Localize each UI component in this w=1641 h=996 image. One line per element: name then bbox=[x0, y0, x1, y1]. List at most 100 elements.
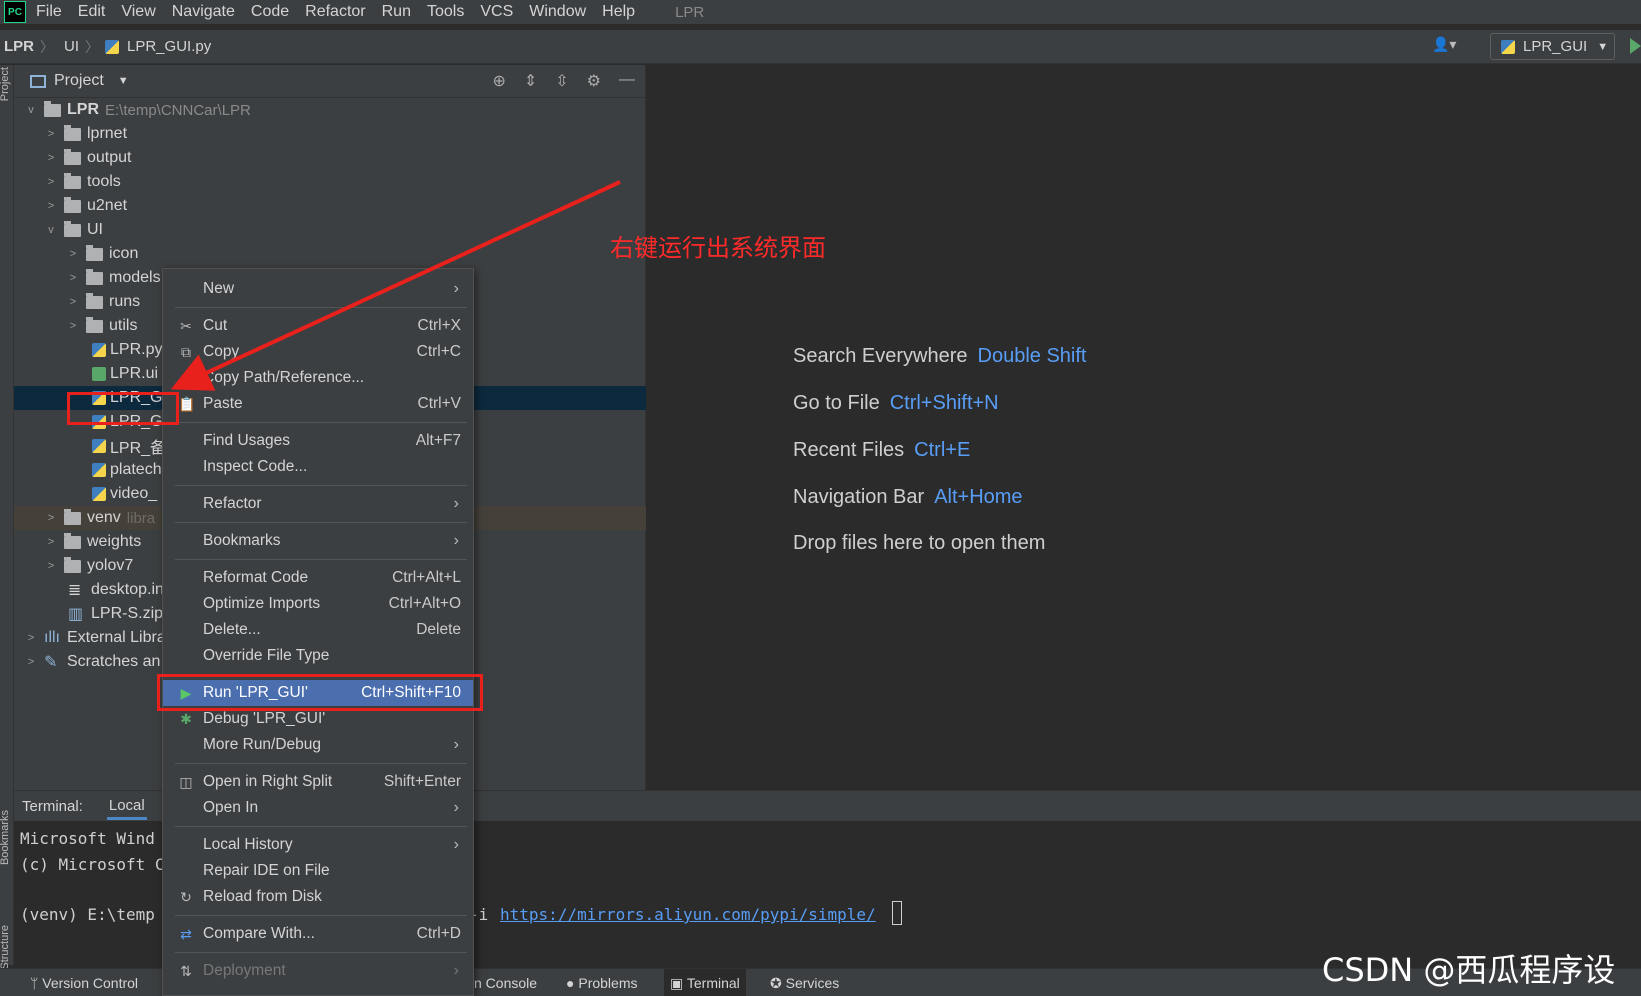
chevron-right-icon[interactable]: > bbox=[44, 560, 58, 572]
menu-cut[interactable]: ✂ Cut Ctrl+X bbox=[163, 313, 473, 339]
menu-repair-ide[interactable]: Repair IDE on File bbox=[163, 858, 473, 884]
tree-item-u2net[interactable]: > u2net bbox=[14, 194, 646, 218]
chevron-right-icon[interactable]: > bbox=[24, 632, 38, 644]
chevron-right-icon[interactable]: > bbox=[24, 656, 38, 668]
menu-label: Find Usages bbox=[203, 432, 291, 449]
run-play-icon[interactable] bbox=[1630, 38, 1641, 54]
tree-item-ui[interactable]: v UI bbox=[14, 218, 646, 242]
menu-label: Paste bbox=[203, 395, 243, 412]
locate-icon[interactable]: ⊕ bbox=[492, 71, 505, 91]
tree-root-lpr[interactable]: v LPR E:\temp\CNNCar\LPR bbox=[14, 98, 646, 122]
menu-help[interactable]: Help bbox=[602, 3, 635, 21]
chevron-right-icon[interactable]: > bbox=[66, 248, 80, 260]
expand-all-icon[interactable]: ⇕ bbox=[524, 71, 537, 91]
menu-view[interactable]: View bbox=[121, 3, 155, 21]
menu-label: Deployment bbox=[203, 962, 286, 979]
menu-compare-with[interactable]: ⇄ Compare With... Ctrl+D bbox=[163, 921, 473, 947]
menu-file[interactable]: File bbox=[36, 3, 62, 21]
tree-label: LPR-S.zip bbox=[91, 605, 164, 622]
chevron-right-icon[interactable]: > bbox=[66, 296, 80, 308]
terminal-tab-local[interactable]: Local bbox=[106, 792, 147, 820]
terminal-url-link[interactable]: https://mirrors.aliyun.com/pypi/simple/ bbox=[500, 905, 876, 924]
bookmarks-tool-tab[interactable]: Bookmarks bbox=[0, 810, 11, 865]
menu-reload-from-disk[interactable]: ↻ Reload from Disk bbox=[163, 884, 473, 910]
menu-optimize-imports[interactable]: Optimize Imports Ctrl+Alt+O bbox=[163, 591, 473, 617]
menu-paste[interactable]: 📋 Paste Ctrl+V bbox=[163, 391, 473, 417]
project-tool-tab[interactable]: Project bbox=[0, 67, 11, 101]
python-icon bbox=[1501, 39, 1515, 54]
breadcrumb-file[interactable]: LPR_GUI.py bbox=[127, 38, 211, 55]
run-config-selector[interactable]: LPR_GUI ▼ bbox=[1490, 33, 1615, 60]
menu-refactor[interactable]: Refactor › bbox=[163, 491, 473, 517]
pycharm-logo-icon: PC bbox=[4, 1, 26, 23]
text-file-icon: ≣ bbox=[68, 582, 82, 599]
chevron-down-icon[interactable]: v bbox=[44, 224, 58, 236]
folder-icon bbox=[64, 196, 81, 213]
minimize-icon[interactable]: — bbox=[619, 71, 635, 91]
left-tool-strip: Project Bookmarks Structure bbox=[0, 65, 14, 970]
terminal-line: (venv) E:\temp bbox=[20, 905, 155, 924]
menu-reformat-code[interactable]: Reformat Code Ctrl+Alt+L bbox=[163, 565, 473, 591]
tree-lib-hint: libra bbox=[126, 509, 156, 527]
navigation-bar: LPR 〉 UI 〉 LPR_GUI.py 👤▾ LPR_GUI ▼ bbox=[0, 30, 1641, 64]
chevron-right-icon[interactable]: > bbox=[44, 176, 58, 188]
chevron-right-icon[interactable]: > bbox=[66, 272, 80, 284]
menu-run[interactable]: Run bbox=[382, 3, 411, 21]
menu-tools[interactable]: Tools bbox=[427, 3, 464, 21]
chevron-right-icon: › bbox=[453, 532, 459, 549]
user-account-icon[interactable]: 👤▾ bbox=[1432, 36, 1466, 58]
folder-icon bbox=[64, 148, 81, 165]
tree-item-tools[interactable]: > tools bbox=[14, 170, 646, 194]
menu-inspect-code[interactable]: Inspect Code... bbox=[163, 454, 473, 480]
tree-item-icon[interactable]: > icon bbox=[14, 242, 646, 266]
menu-find-usages[interactable]: Find Usages Alt+F7 bbox=[163, 428, 473, 454]
menu-delete[interactable]: Delete... Delete bbox=[163, 617, 473, 643]
tree-label: LPR.ui bbox=[110, 365, 159, 382]
menu-copy[interactable]: ⧉ Copy Ctrl+C bbox=[163, 339, 473, 365]
chevron-right-icon[interactable]: > bbox=[44, 512, 58, 524]
tree-label: tools bbox=[87, 173, 121, 190]
annotation-text: 右键运行出系统界面 bbox=[610, 234, 826, 262]
chevron-right-icon[interactable]: > bbox=[44, 536, 58, 548]
tree-item-lprnet[interactable]: > lprnet bbox=[14, 122, 646, 146]
menu-label: Override File Type bbox=[203, 647, 330, 664]
menu-code[interactable]: Code bbox=[251, 3, 289, 21]
tree-item-output[interactable]: > output bbox=[14, 146, 646, 170]
chevron-right-icon[interactable]: > bbox=[44, 128, 58, 140]
breadcrumb-lpr[interactable]: LPR bbox=[4, 38, 34, 55]
menu-more-run-debug[interactable]: More Run/Debug › bbox=[163, 732, 473, 758]
structure-tool-tab[interactable]: Structure bbox=[0, 925, 11, 970]
version-control-tab[interactable]: ᛘ Version Control bbox=[30, 975, 138, 991]
menu-vcs[interactable]: VCS bbox=[480, 3, 513, 21]
menu-window[interactable]: Window bbox=[529, 3, 586, 21]
chevron-right-icon[interactable]: > bbox=[44, 152, 58, 164]
menu-local-history[interactable]: Local History › bbox=[163, 832, 473, 858]
hint-shortcut: Alt+Home bbox=[934, 486, 1023, 508]
menu-override-file-type[interactable]: Override File Type bbox=[163, 643, 473, 669]
services-tab[interactable]: ✪ Services bbox=[770, 975, 839, 992]
chevron-down-icon[interactable]: ▼ bbox=[118, 75, 129, 87]
project-panel-title[interactable]: Project bbox=[54, 72, 104, 90]
menu-new[interactable]: New › bbox=[163, 276, 473, 302]
chevron-down-icon[interactable]: v bbox=[24, 104, 38, 116]
chevron-right-icon[interactable]: > bbox=[44, 200, 58, 212]
menu-open-in[interactable]: Open In › bbox=[163, 795, 473, 821]
gear-icon[interactable]: ⚙ bbox=[587, 71, 601, 91]
menu-navigate[interactable]: Navigate bbox=[172, 3, 235, 21]
menu-bookmarks[interactable]: Bookmarks › bbox=[163, 528, 473, 554]
breadcrumb-ui[interactable]: UI bbox=[64, 38, 79, 55]
menu-edit[interactable]: Edit bbox=[78, 3, 106, 21]
menu-open-right-split[interactable]: ◫ Open in Right Split Shift+Enter bbox=[163, 769, 473, 795]
collapse-all-icon[interactable]: ⇳ bbox=[555, 71, 568, 91]
menu-label: Debug 'LPR_GUI' bbox=[203, 710, 326, 727]
hint-label: Recent Files bbox=[793, 439, 905, 461]
menu-refactor[interactable]: Refactor bbox=[305, 3, 365, 21]
terminal-tab[interactable]: ▣ Terminal bbox=[664, 969, 746, 996]
chevron-right-icon[interactable]: > bbox=[66, 320, 80, 332]
problems-tab[interactable]: ● Problems bbox=[566, 975, 638, 991]
menu-label: New bbox=[203, 280, 235, 297]
menu-label: Compare With... bbox=[203, 925, 315, 942]
menu-label: Copy Path/Reference... bbox=[203, 369, 365, 386]
python-console-tab[interactable]: n Console bbox=[474, 975, 537, 991]
menu-copy-path[interactable]: Copy Path/Reference... bbox=[163, 365, 473, 391]
